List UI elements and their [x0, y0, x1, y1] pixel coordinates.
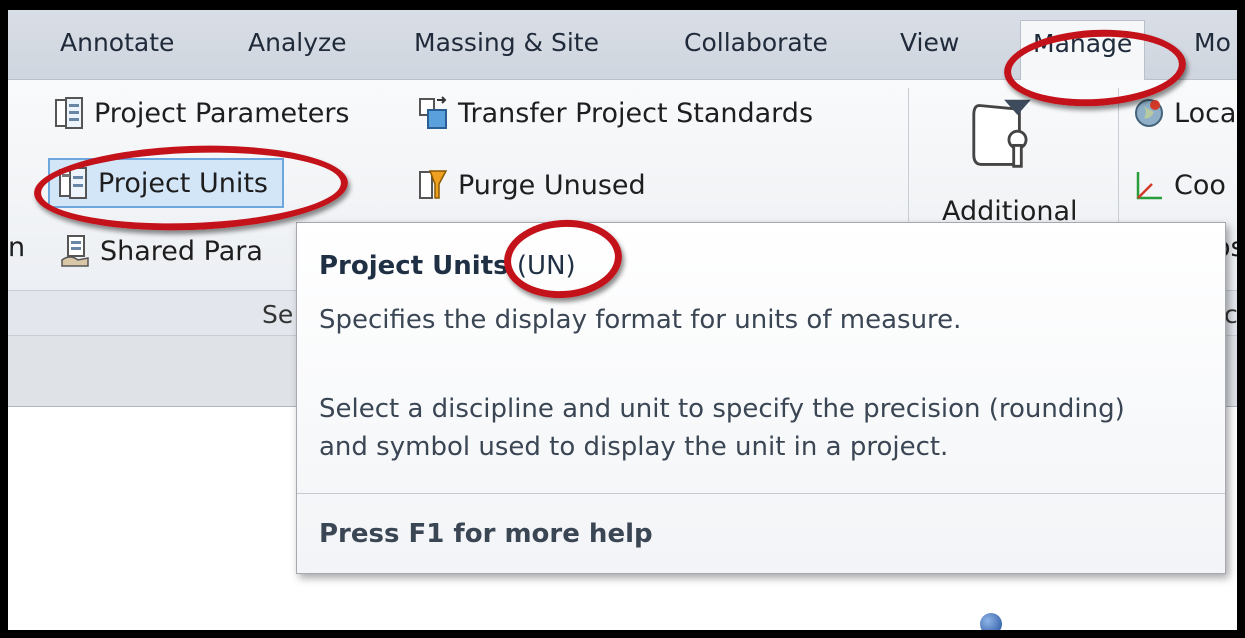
- tooltip-command-name: Project Units: [319, 251, 509, 281]
- tooltip-help-hint: Press F1 for more help: [319, 519, 653, 549]
- project-parameters-button[interactable]: Project Parameters: [54, 88, 350, 138]
- clipped-label: n: [8, 232, 26, 263]
- shared-parameters-label: Shared Para: [100, 235, 263, 267]
- ribbon-tab-bar: ) Annotate Analyze Massing & Site Collab…: [8, 10, 1237, 80]
- additional-settings-button[interactable]: Additional: [928, 88, 1108, 228]
- project-parameters-icon: [55, 97, 83, 129]
- tooltip-divider: [297, 493, 1225, 494]
- shared-parameters-icon: [61, 235, 89, 267]
- project-units-button[interactable]: Project Units: [48, 158, 284, 208]
- revit-window: ) Annotate Analyze Massing & Site Collab…: [0, 0, 1245, 638]
- project-parameters-label: Project Parameters: [94, 97, 350, 129]
- tooltip-detail-line-2: and symbol used to display the unit in a…: [319, 432, 949, 462]
- tab-annotate[interactable]: Annotate: [60, 28, 174, 57]
- coordinates-axes-icon: [1136, 172, 1162, 200]
- tab-partial[interactable]: ): [8, 28, 10, 57]
- tab-modify[interactable]: Mo: [1194, 28, 1231, 57]
- coordinates-label: Coo: [1174, 169, 1226, 201]
- additional-settings-icon: [972, 99, 1031, 168]
- purge-unused-label: Purge Unused: [458, 169, 646, 201]
- tooltip-description: Specifies the display format for units o…: [319, 305, 962, 335]
- tooltip-detail-line-1: Select a discipline and unit to specify …: [319, 394, 1125, 424]
- project-units-label: Project Units: [98, 167, 268, 199]
- tab-view[interactable]: View: [900, 28, 959, 57]
- project-location-panel-label: ct: [1224, 300, 1238, 329]
- tab-manage[interactable]: Manage: [1020, 20, 1146, 80]
- tab-analyze[interactable]: Analyze: [248, 28, 347, 57]
- help-icon[interactable]: [980, 613, 1002, 630]
- location-globe-icon: [1135, 99, 1163, 127]
- location-label: Loca: [1174, 97, 1237, 129]
- project-units-tooltip: Project Units (UN) Specifies the display…: [296, 222, 1226, 574]
- transfer-project-standards-button[interactable]: Transfer Project Standards: [418, 88, 813, 138]
- tooltip-shortcut: (UN): [516, 251, 576, 281]
- location-button[interactable]: Loca: [1134, 88, 1236, 138]
- shared-parameters-button[interactable]: Shared Para: [60, 226, 263, 276]
- transfer-project-standards-icon: [419, 96, 447, 129]
- purge-unused-button[interactable]: Purge Unused: [418, 160, 646, 210]
- purge-unused-icon: [419, 170, 448, 199]
- project-units-icon: [59, 167, 87, 199]
- tooltip-title: Project Units (UN): [319, 251, 576, 281]
- transfer-project-standards-label: Transfer Project Standards: [458, 97, 814, 129]
- tab-massing-site[interactable]: Massing & Site: [414, 28, 599, 57]
- settings-panel-label: Se: [262, 300, 294, 329]
- coordinates-button[interactable]: Coo: [1134, 160, 1226, 210]
- tab-collaborate[interactable]: Collaborate: [684, 28, 828, 57]
